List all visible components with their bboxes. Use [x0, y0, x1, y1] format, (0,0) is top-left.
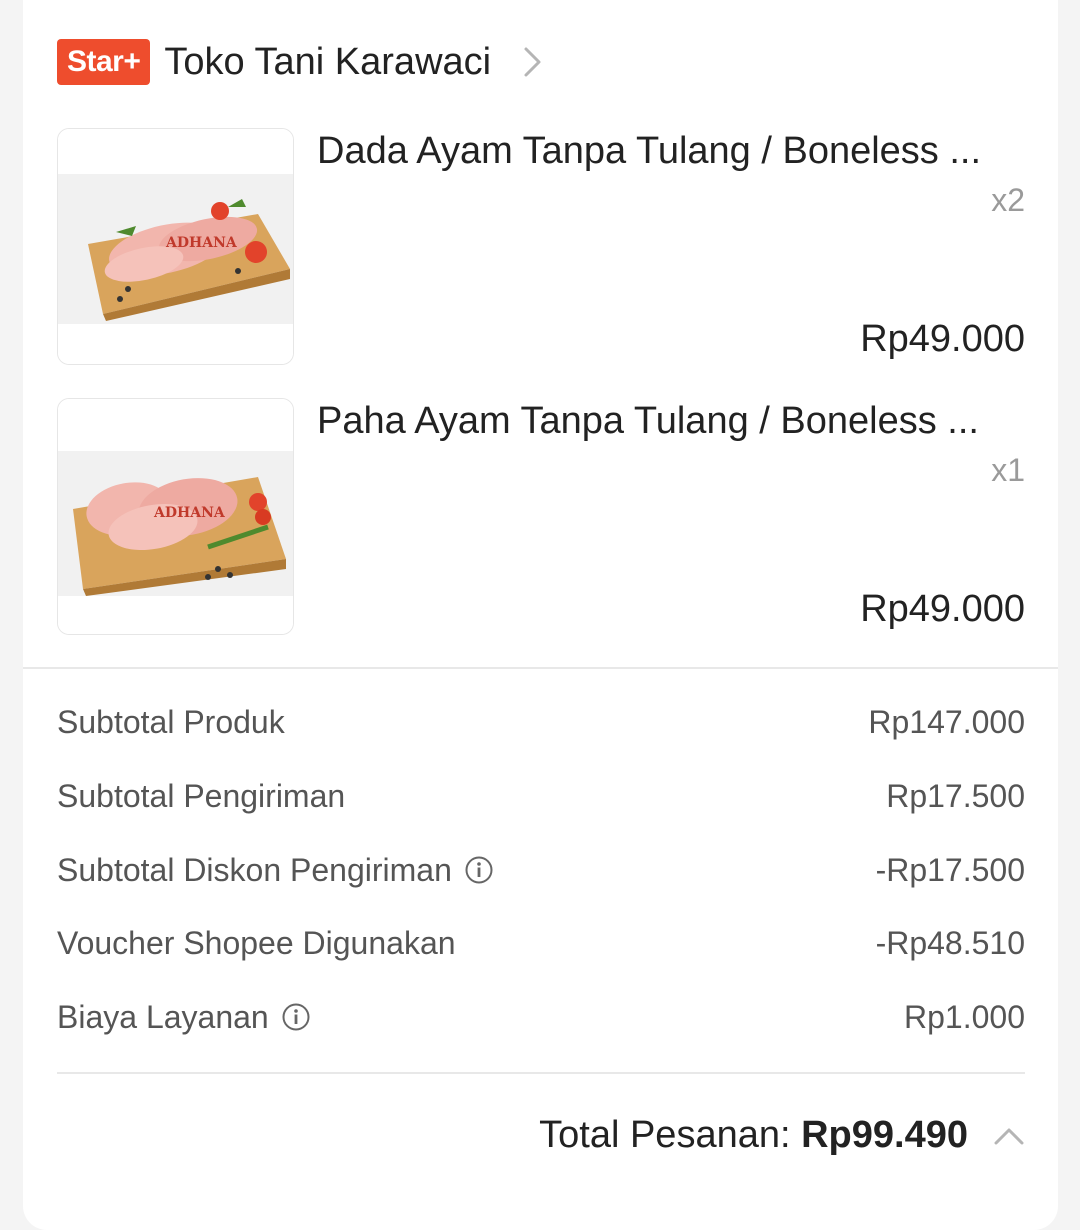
svg-text:ADHANA: ADHANA: [153, 505, 226, 521]
shop-header[interactable]: Star+ Toko Tani Karawaci: [57, 38, 545, 86]
info-icon[interactable]: [464, 855, 494, 885]
summary-value: Rp1.000: [904, 998, 1025, 1035]
summary-label: Voucher Shopee Digunakan: [57, 924, 456, 961]
summary-value: -Rp48.510: [875, 924, 1025, 961]
product-name[interactable]: Dada Ayam Tanpa Tulang / Boneless ...: [317, 130, 1025, 173]
summary-label: Subtotal Pengiriman: [57, 777, 346, 814]
summary-label-wrap: Subtotal Diskon Pengiriman: [57, 852, 494, 889]
order-total[interactable]: Total Pesanan: Rp99.490: [539, 1114, 968, 1157]
summary-row-biaya-layanan: Biaya Layanan Rp1.000: [57, 995, 1025, 1039]
info-icon[interactable]: [281, 1002, 311, 1032]
product-quantity: x1: [991, 452, 1025, 488]
product-quantity: x2: [991, 182, 1025, 218]
product-price: Rp49.000: [860, 588, 1025, 630]
product-name[interactable]: Paha Ayam Tanpa Tulang / Boneless ...: [317, 400, 1025, 443]
summary-divider: [57, 1072, 1025, 1074]
summary-label: Subtotal Produk: [57, 703, 285, 740]
summary-row-voucher-shopee: Voucher Shopee Digunakan -Rp48.510: [57, 921, 1025, 965]
product-item[interactable]: ADHANA Paha Ayam Tanpa Tulang / Boneless…: [57, 398, 1025, 636]
summary-label-wrap: Biaya Layanan: [57, 999, 311, 1036]
summary-label: Biaya Layanan: [57, 998, 269, 1035]
product-item[interactable]: ADHANA Dada Ayam Tanpa Tulang / Boneless…: [57, 128, 1025, 366]
summary-value: Rp17.500: [886, 777, 1025, 814]
star-plus-badge: Star+: [57, 39, 151, 85]
summary-label: Subtotal Diskon Pengiriman: [57, 851, 452, 888]
section-divider: [23, 667, 1058, 669]
svg-text:ADHANA: ADHANA: [165, 235, 238, 251]
summary-row-subtotal-pengiriman: Subtotal Pengiriman Rp17.500: [57, 774, 1025, 818]
summary-row-diskon-pengiriman: Subtotal Diskon Pengiriman -Rp17.500: [57, 848, 1025, 892]
summary-value: -Rp17.500: [875, 851, 1025, 888]
product-image[interactable]: ADHANA: [57, 398, 294, 635]
shop-name[interactable]: Toko Tani Karawaci: [164, 41, 491, 84]
chevron-right-icon[interactable]: [521, 44, 545, 80]
product-price: Rp49.000: [860, 318, 1025, 360]
total-label: Total Pesanan:: [539, 1114, 802, 1156]
product-image[interactable]: ADHANA: [57, 128, 294, 365]
summary-row-subtotal-produk: Subtotal Produk Rp147.000: [57, 700, 1025, 744]
chevron-up-icon[interactable]: [992, 1124, 1026, 1148]
total-value: Rp99.490: [801, 1114, 968, 1156]
summary-value: Rp147.000: [868, 703, 1025, 740]
